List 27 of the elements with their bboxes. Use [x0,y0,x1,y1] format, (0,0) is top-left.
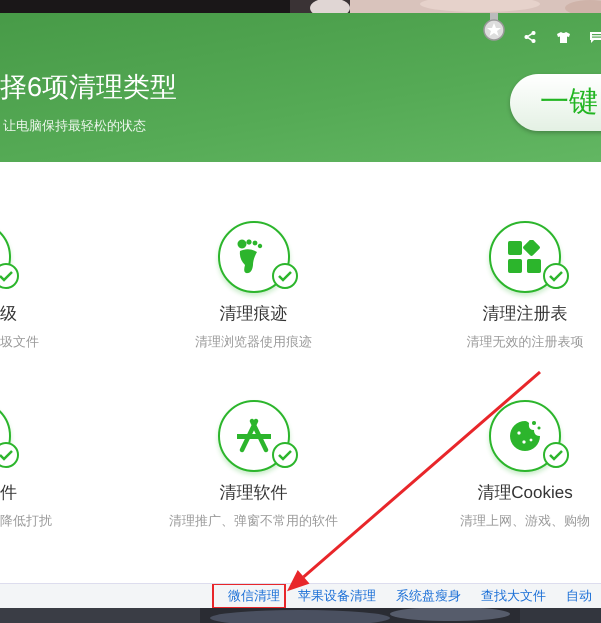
footer-link[interactable]: 苹果设备清理 [298,586,376,606]
header-title: 择6项清理类型 [0,70,178,104]
option-title: 清理Cookies [477,482,573,504]
option-description: 清理无效的注册表项 [466,333,584,351]
option-description: 清理上网、游戏、购物 [460,512,590,530]
footer-link[interactable]: 查找大文件 [481,586,546,606]
header-subtitle: 让电脑保持最轻松的状态 [3,116,147,135]
cookie-icon [507,418,543,454]
option-description: 圾文件 [0,333,39,351]
option-title: 级 [0,303,17,325]
footer-link[interactable]: 自动 [566,586,592,606]
share-icon[interactable] [524,31,536,43]
option-description: 清理浏览器使用痕迹 [195,333,312,351]
app-store-icon [236,418,272,454]
option-title: 清理注册表 [482,303,568,325]
option-title: 清理痕迹 [220,303,288,325]
apps-grid-icon [508,240,542,274]
option-description: 降低打扰 [0,512,52,530]
message-icon[interactable] [590,32,601,44]
medal-icon[interactable] [483,13,505,41]
footer-link[interactable]: 系统盘瘦身 [396,586,461,606]
option-title: 清理软件 [220,482,288,504]
shirt-icon[interactable] [557,32,570,43]
option-description: 清理推广、弹窗不常用的软件 [169,512,338,530]
option-title: 件 [0,482,17,504]
scan-button[interactable]: 一键 [510,74,601,131]
footer-link[interactable]: 微信清理 [228,586,280,606]
